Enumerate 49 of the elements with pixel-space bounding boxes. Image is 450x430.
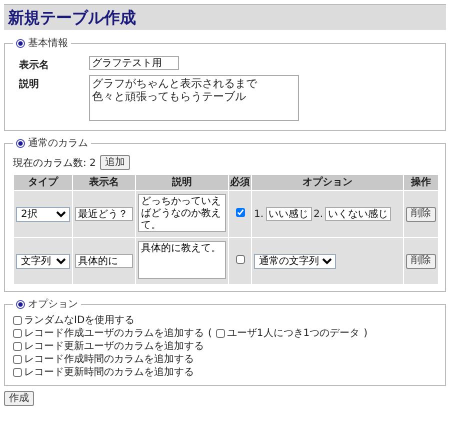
column-header: 必須 bbox=[229, 175, 251, 190]
option-select[interactable]: 通常の文字列 bbox=[254, 254, 336, 269]
create-button[interactable]: 作成 bbox=[4, 391, 34, 406]
option-number: 2. bbox=[314, 208, 324, 220]
type-select[interactable]: 文字列 bbox=[16, 254, 70, 269]
page-title: 新規テーブル作成 bbox=[4, 4, 446, 30]
column-header: 説明 bbox=[136, 175, 228, 190]
column-header: オプション bbox=[252, 175, 403, 190]
bullet-icon bbox=[16, 38, 25, 48]
column-header: 表示名 bbox=[73, 175, 135, 190]
option-checkbox[interactable] bbox=[216, 329, 225, 338]
delete-button[interactable]: 削除 bbox=[406, 206, 436, 222]
required-checkbox[interactable] bbox=[236, 208, 244, 218]
bullet-icon bbox=[16, 138, 25, 148]
option-field[interactable]: いい感じ bbox=[266, 207, 312, 222]
option-label: ユーザ1人につき1つのデータ bbox=[226, 327, 360, 340]
option-checkbox[interactable] bbox=[13, 355, 22, 364]
option-label: レコード更新時間のカラムを追加する bbox=[24, 366, 194, 380]
section-legend: 通常のカラム bbox=[28, 136, 88, 150]
parenthesis: ( bbox=[208, 327, 212, 340]
option-label: レコード作成時間のカラムを追加する bbox=[24, 353, 194, 366]
option-field[interactable]: いくない感じ bbox=[325, 207, 392, 222]
option-checkbox[interactable] bbox=[13, 329, 22, 338]
column-name-field[interactable]: 具体的に bbox=[75, 254, 133, 268]
option-checkbox[interactable] bbox=[13, 316, 22, 326]
option-label: レコード更新ユーザのカラムを追加する bbox=[24, 340, 204, 354]
add-button[interactable]: 追加 bbox=[100, 155, 130, 170]
field-label: 表示名 bbox=[19, 58, 50, 72]
description-field[interactable]: グラフがちゃんと表示されるまで 色々と頑張ってもらうテーブル bbox=[89, 75, 299, 122]
column-description-field[interactable]: 具体的に教えて。 bbox=[138, 240, 226, 279]
section-legend: 基本情報 bbox=[28, 36, 68, 50]
bullet-icon bbox=[16, 300, 25, 309]
column-header: タイプ bbox=[14, 175, 72, 190]
column-description-field[interactable]: どっちかっていえばどうなのか教えて。 bbox=[138, 194, 226, 232]
field-label: 説明 bbox=[19, 78, 40, 92]
option-number: 1. bbox=[254, 208, 264, 220]
option-checkbox[interactable] bbox=[13, 368, 22, 378]
display-name-field[interactable]: グラフテスト用 bbox=[89, 56, 179, 70]
required-checkbox[interactable] bbox=[236, 255, 244, 264]
delete-button[interactable]: 削除 bbox=[406, 254, 436, 269]
parenthesis: ) bbox=[364, 327, 368, 340]
option-label: レコード作成ユーザのカラムを追加する bbox=[24, 327, 204, 340]
section-legend: オプション bbox=[28, 297, 78, 312]
type-select[interactable]: 2択 bbox=[16, 206, 70, 222]
option-label: ランダムなIDを使用する bbox=[24, 314, 135, 328]
column-count: 現在のカラム数: 2 bbox=[13, 156, 96, 170]
option-checkbox[interactable] bbox=[13, 342, 22, 352]
column-header: 操作 bbox=[404, 175, 438, 190]
column-name-field[interactable]: 最近どう？ bbox=[75, 207, 133, 222]
